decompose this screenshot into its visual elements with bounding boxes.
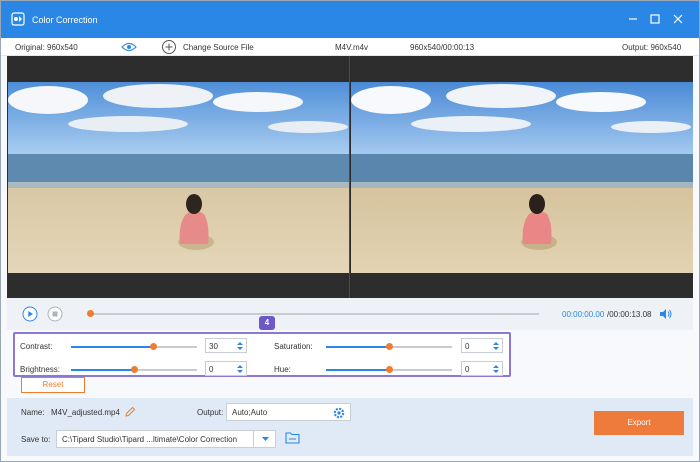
save-to-dropdown[interactable] [253, 431, 276, 447]
saturation-slider[interactable] [326, 343, 452, 350]
brightness-slider-fill [71, 369, 134, 371]
hue-slider-knob[interactable] [386, 366, 393, 373]
hue-spinbox[interactable]: 0 [461, 361, 503, 376]
volume-icon[interactable] [659, 307, 673, 323]
spin-arrows-icon[interactable] [236, 363, 244, 375]
output-video-preview [351, 82, 693, 273]
title-bar: Color Correction [1, 1, 699, 38]
step-badge: 4 [259, 316, 275, 330]
saturation-label: Saturation: [274, 342, 313, 351]
save-to-label: Save to: [21, 435, 51, 444]
contrast-slider-fill [71, 346, 153, 348]
spin-arrows-icon[interactable] [236, 340, 244, 352]
brightness-label: Brightness: [20, 365, 61, 374]
saturation-spinbox[interactable]: 0 [461, 338, 503, 353]
preview-divider [349, 56, 350, 298]
saturation-value: 0 [465, 342, 470, 351]
contrast-value: 30 [209, 342, 218, 351]
folder-icon[interactable] [285, 431, 300, 446]
time-total: /00:00:13.08 [607, 310, 652, 319]
plus-icon [161, 39, 177, 57]
hue-slider[interactable] [326, 366, 452, 373]
brightness-value: 0 [209, 365, 214, 374]
time-current: 00:00:00.00 [562, 310, 605, 319]
window-title: Color Correction [32, 15, 98, 25]
spin-arrows-icon[interactable] [492, 363, 500, 375]
output-label: Output: [197, 408, 224, 417]
contrast-label: Contrast: [20, 342, 53, 351]
edit-icon[interactable] [125, 406, 136, 419]
name-label: Name: [21, 408, 45, 417]
hue-label: Hue: [274, 365, 291, 374]
stop-button[interactable] [47, 306, 63, 324]
minimize-button[interactable] [626, 12, 640, 26]
preview-area [7, 56, 693, 298]
close-button[interactable] [671, 12, 685, 26]
original-video-preview [8, 82, 350, 273]
save-to-path: C:\Tipard Studio\Tipard ...ltimate\Color… [62, 435, 238, 444]
play-button[interactable] [22, 306, 38, 324]
export-settings-bar: Name: M4V_adjusted.mp4 Output: Auto;Auto… [7, 398, 693, 456]
brightness-slider[interactable] [71, 366, 197, 373]
output-filename: M4V_adjusted.mp4 [51, 408, 120, 417]
chevron-down-icon [262, 437, 269, 441]
gear-icon[interactable] [333, 407, 345, 421]
app-logo-icon [11, 12, 25, 26]
output-format-field[interactable]: Auto;Auto [226, 403, 351, 421]
spin-arrows-icon[interactable] [492, 340, 500, 352]
saturation-slider-knob[interactable] [386, 343, 393, 350]
source-filename: M4V.m4v [335, 43, 369, 52]
brightness-slider-knob[interactable] [131, 366, 138, 373]
change-source-label: Change Source File [183, 43, 254, 52]
hue-slider-fill [326, 369, 389, 371]
color-correction-window: Color Correction Original: 960x540 Chang… [0, 0, 700, 462]
eye-icon[interactable] [121, 42, 137, 54]
progress-handle[interactable] [87, 310, 94, 317]
hue-value: 0 [465, 365, 470, 374]
info-bar: Original: 960x540 Change Source File M4V… [1, 38, 699, 56]
contrast-slider[interactable] [71, 343, 197, 350]
brightness-spinbox[interactable]: 0 [205, 361, 247, 376]
export-button[interactable]: Export [594, 411, 684, 435]
source-meta: 960x540/00:00:13 [410, 43, 475, 52]
reset-button[interactable]: Reset [21, 377, 85, 393]
saturation-slider-fill [326, 346, 389, 348]
original-resolution: Original: 960x540 [15, 43, 78, 52]
output-resolution: Output: 960x540 [622, 43, 682, 52]
maximize-button[interactable] [648, 12, 662, 26]
save-to-path-field[interactable]: C:\Tipard Studio\Tipard ...ltimate\Color… [56, 430, 276, 448]
contrast-spinbox[interactable]: 30 [205, 338, 247, 353]
playback-bar: 00:00:00.00 /00:00:13.08 [7, 298, 693, 330]
contrast-slider-knob[interactable] [149, 343, 157, 350]
color-adjustments-panel: Contrast: 30 Saturation: 0 Brightness: 0… [13, 332, 511, 377]
progress-track[interactable] [89, 313, 539, 315]
output-format-value: Auto;Auto [232, 408, 268, 417]
